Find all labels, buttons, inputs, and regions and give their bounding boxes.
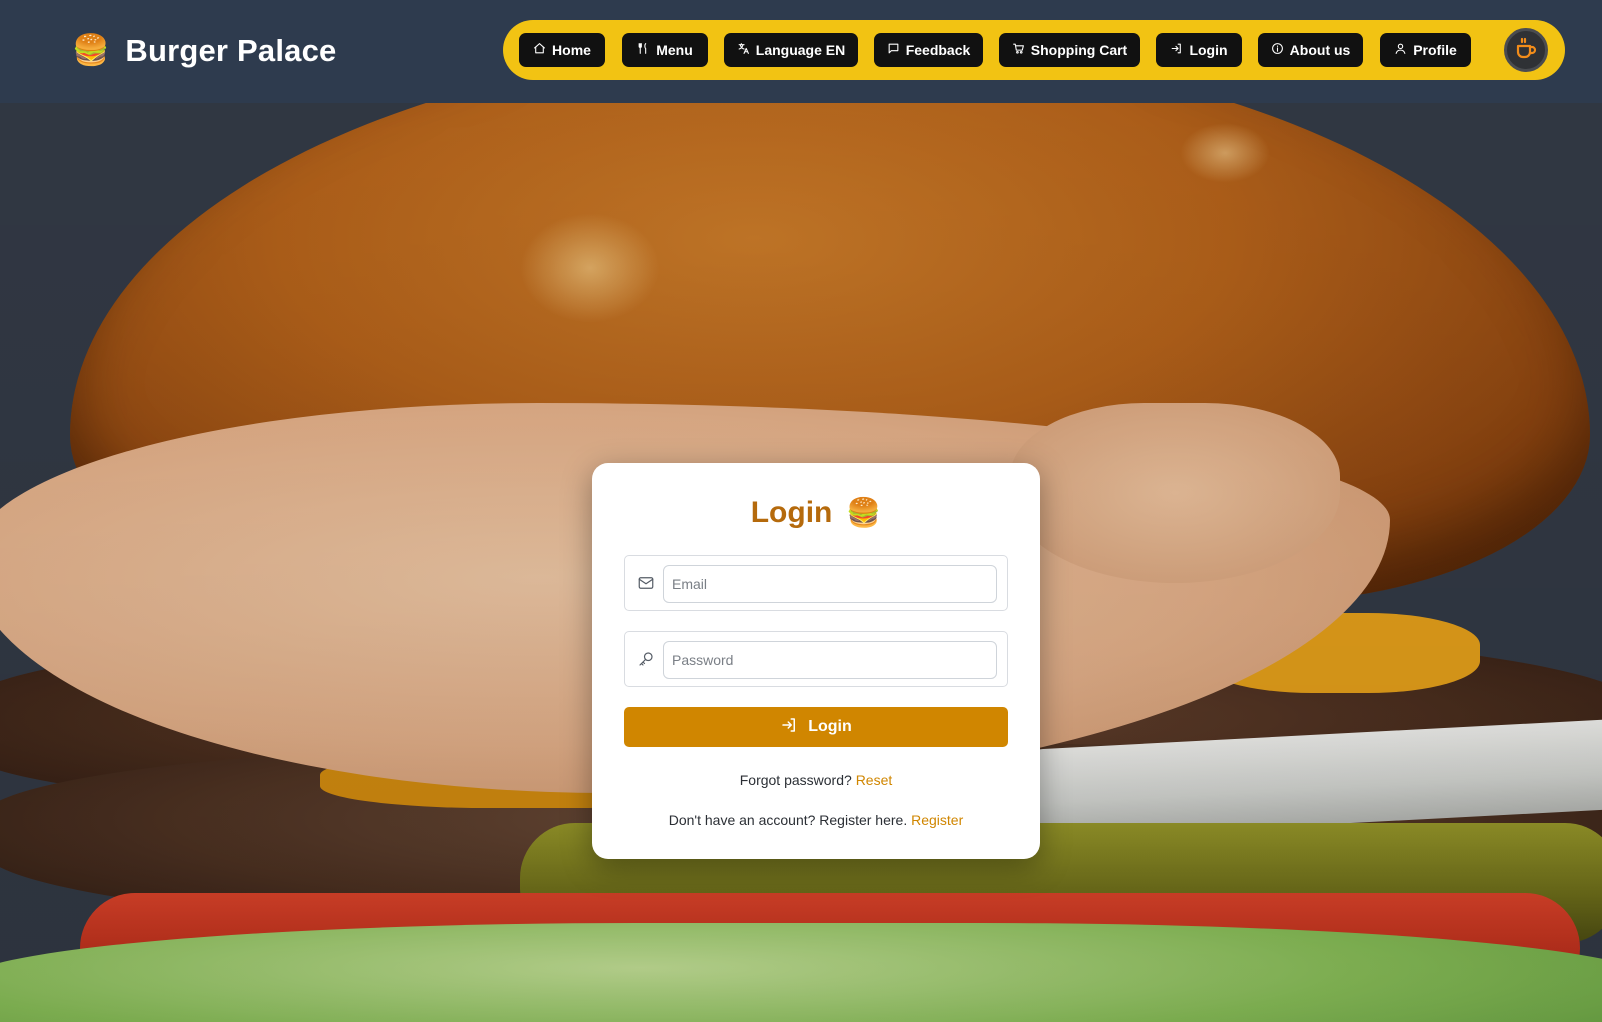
nav-about-label: About us [1289,42,1351,58]
key-icon [637,650,655,668]
register-line: Don't have an account? Register here. Re… [592,812,1040,828]
login-card: Login 🍔 Login Forgot password? Reset Don… [592,463,1040,859]
cart-icon [1012,42,1025,58]
info-icon [1271,42,1284,58]
burger-icon: 🍔 [846,497,882,528]
login-submit-button[interactable]: Login [624,707,1008,747]
message-icon [887,42,900,58]
brand[interactable]: 🍔 Burger Palace [72,33,336,69]
login-title: Login 🍔 [592,496,1040,530]
nav-profile-label: Profile [1413,42,1457,58]
nav-feedback-button[interactable]: Feedback [874,33,983,67]
main-nav: Home Menu Language EN Feedback Shopping … [503,20,1565,80]
nav-login-label: Login [1189,42,1228,58]
email-field-group [624,555,1008,611]
nav-home-button[interactable]: Home [519,33,605,67]
login-icon [780,716,798,739]
user-icon [1394,42,1407,58]
forgot-password-text: Forgot password? [739,772,852,788]
reset-link[interactable]: Reset [856,772,893,788]
language-icon [737,42,750,58]
nav-menu-label: Menu [656,42,693,58]
nav-language-button[interactable]: Language EN [724,33,858,67]
burger-logo-icon: 🍔 [72,34,110,67]
nav-language-label: Language EN [755,42,846,58]
nav-home-label: Home [552,42,591,58]
password-input[interactable] [663,641,997,679]
brand-name: Burger Palace [125,33,337,68]
forgot-password-line: Forgot password? Reset [592,772,1040,788]
login-submit-label: Login [808,718,852,735]
theme-toggle-button[interactable] [1504,28,1548,72]
nav-cart-button[interactable]: Shopping Cart [999,33,1140,67]
nav-login-button[interactable]: Login [1156,33,1242,67]
top-header: 🍔 Burger Palace Home Menu Language EN Fe… [0,0,1602,103]
coffee-icon [1514,36,1538,65]
login-title-text: Login [750,496,833,529]
login-icon [1170,42,1183,58]
nav-about-button[interactable]: About us [1258,33,1363,67]
password-field-group [624,631,1008,687]
nav-menu-button[interactable]: Menu [622,33,708,67]
mail-icon [637,574,655,592]
nav-profile-button[interactable]: Profile [1380,33,1471,67]
email-input[interactable] [663,565,997,603]
register-text: Don't have an account? Register here. [668,812,908,828]
nav-feedback-label: Feedback [905,42,971,58]
nav-cart-label: Shopping Cart [1030,42,1128,58]
utensils-icon [637,42,650,58]
register-link[interactable]: Register [911,812,963,828]
home-icon [533,42,546,58]
